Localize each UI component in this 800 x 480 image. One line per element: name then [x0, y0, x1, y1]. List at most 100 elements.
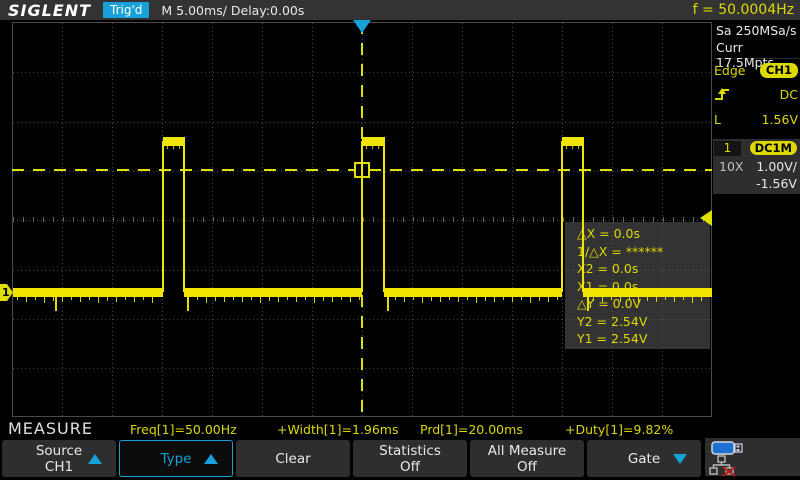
waveform-segment [89, 297, 90, 300]
trigger-coupling: DC [780, 87, 798, 102]
waveform-segment [458, 297, 459, 302]
waveform-segment [53, 297, 54, 301]
waveform-segment [116, 297, 117, 302]
probe-attenuation: 10X [719, 159, 743, 174]
waveform-segment [350, 297, 351, 302]
menu-button-label: Source [36, 443, 82, 459]
waveform-segment [387, 297, 389, 311]
waveform-segment [323, 297, 324, 301]
waveform-segment [683, 297, 684, 300]
acquisition-info-box: Sa 250MSa/s Curr 17.5Mpts [714, 21, 800, 59]
measure-bar: MEASURE Freq[1]=50.00Hz +Width[1]=1.96ms… [0, 419, 800, 438]
waveform-segment [173, 146, 174, 149]
channel-coupling-badge: DC1M [750, 141, 797, 155]
waveform-segment [422, 297, 423, 303]
io-status-panel [705, 438, 800, 476]
waveform-segment [701, 297, 702, 301]
rising-edge-icon [714, 86, 734, 102]
waveform-segment [539, 297, 540, 301]
sample-rate: Sa 250MSa/s [716, 23, 797, 38]
waveform-segment [215, 297, 216, 301]
waveform-segment [35, 297, 36, 300]
waveform-segment [557, 297, 558, 300]
waveform-segment [548, 297, 549, 302]
channel1-info-box[interactable]: 1 DC1M 10X 1.00V/ -1.56V [713, 139, 800, 194]
trigger-type: Edge [714, 63, 745, 78]
waveform-segment [366, 146, 367, 149]
chevron-up-icon [204, 454, 218, 464]
waveform-segment [197, 297, 198, 300]
trigger-source-badge: CH1 [760, 63, 798, 78]
waveform-segment [187, 297, 189, 311]
clear-button[interactable]: Clear [236, 440, 350, 477]
waveform-segment [647, 297, 648, 301]
waveform-segment [485, 297, 486, 301]
waveform-segment [431, 297, 432, 301]
waveform-segment [80, 297, 81, 302]
waveform-segment [143, 297, 144, 300]
waveform-segment [361, 141, 363, 292]
menu-button-label: Type [160, 451, 191, 467]
waveform-segment [167, 146, 168, 149]
waveform-segment [561, 141, 563, 292]
waveform-segment [620, 297, 621, 302]
waveform-segment [467, 297, 468, 300]
waveform-segment [384, 288, 562, 297]
waveform-segment [530, 297, 531, 303]
trigger-position-marker-icon[interactable] [353, 20, 371, 33]
waveform-segment [665, 297, 666, 300]
waveform-segment [332, 297, 333, 302]
waveform-segment [278, 297, 279, 302]
waveform-segment [163, 137, 185, 146]
menu-button-sublabel: Off [400, 459, 420, 475]
waveform-segment [206, 297, 207, 303]
waveform-segment [98, 297, 99, 303]
all-measure-button[interactable]: All MeasureOff [470, 440, 584, 477]
vertical-scale: 1.00V/ [756, 159, 797, 174]
waveform-segment [674, 297, 675, 302]
softkey-menu: SourceCH1TypeClearStatisticsOffAll Measu… [0, 438, 800, 480]
waveform-segment [512, 297, 513, 302]
waveform-segment [611, 297, 612, 300]
waveform-segment [587, 297, 589, 311]
chevron-up-icon [88, 454, 102, 464]
usb-icon [711, 440, 745, 456]
menu-button-sublabel: Off [517, 459, 537, 475]
waveform-segment [184, 288, 362, 297]
waveform-segment [602, 297, 603, 302]
waveform-segment [17, 297, 18, 300]
trigger-level-marker-icon[interactable] [700, 210, 712, 226]
waveform-segment [44, 297, 45, 303]
waveform-segment [404, 297, 405, 302]
waveform-segment [260, 297, 261, 303]
waveform-segment [55, 297, 57, 311]
waveform-segment [656, 297, 657, 302]
trigger-level-value: 1.56V [762, 112, 798, 127]
waveform-segment [449, 297, 450, 300]
waveform-segment [362, 137, 385, 146]
waveform-segment [359, 297, 360, 300]
type-button[interactable]: Type [119, 440, 233, 477]
measure-title: MEASURE [8, 419, 93, 438]
waveform-segment [224, 297, 225, 302]
waveform-segment [107, 297, 108, 301]
waveform-segment [71, 297, 72, 300]
chevron-down-icon [673, 454, 687, 464]
waveform-segment [562, 137, 584, 146]
waveform-segment [13, 288, 163, 297]
waveform-segment [233, 297, 234, 300]
gate-button[interactable]: Gate [587, 440, 701, 477]
waveform-segment [287, 297, 288, 300]
waveform-segment [62, 297, 63, 302]
waveform-segment [372, 146, 373, 149]
waveform-segment [152, 297, 153, 303]
waveform-segment [629, 297, 630, 300]
menu-button-label: Statistics [379, 443, 441, 459]
waveform-segment [251, 297, 252, 300]
waveform-segment [572, 146, 573, 149]
source-button[interactable]: SourceCH1 [2, 440, 116, 477]
statistics-button[interactable]: StatisticsOff [353, 440, 467, 477]
channel-number: 1 [714, 141, 741, 156]
waveform-segment [440, 297, 441, 302]
waveform-segment [242, 297, 243, 302]
